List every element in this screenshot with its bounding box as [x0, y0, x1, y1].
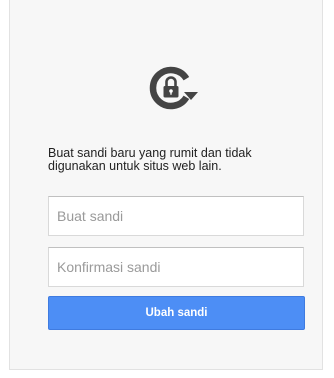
password-change-card: Buat sandi baru yang rumit dan tidak dig… [9, 0, 323, 370]
new-password-input[interactable] [48, 196, 304, 236]
change-password-button[interactable]: Ubah sandi [48, 296, 305, 330]
instruction-text: Buat sandi baru yang rumit dan tidak dig… [48, 146, 252, 173]
lock-refresh-icon [145, 64, 201, 112]
confirm-password-input[interactable] [48, 247, 304, 287]
